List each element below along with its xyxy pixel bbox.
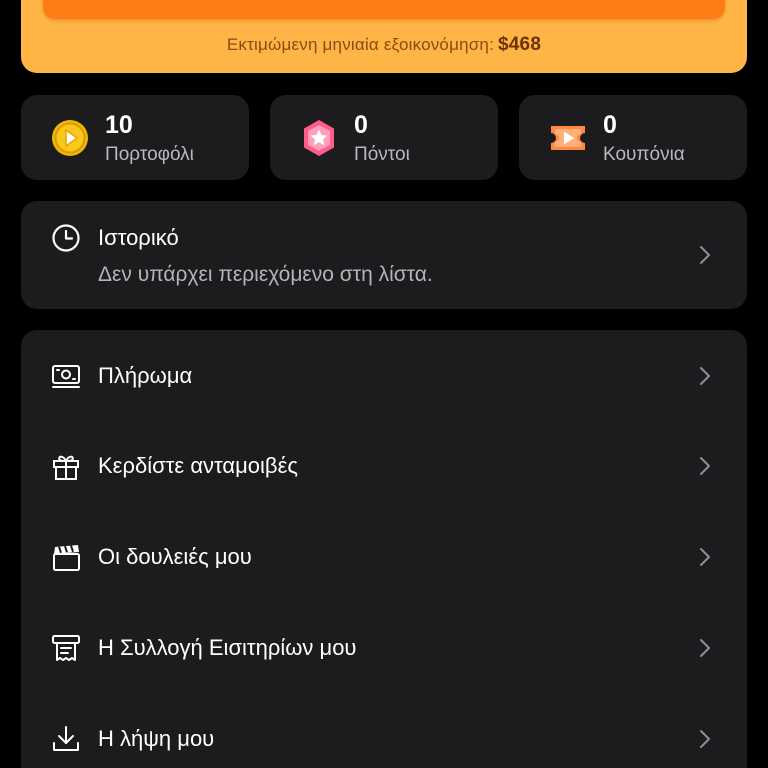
ticket-play-icon bbox=[548, 118, 588, 158]
menu-item-my-works[interactable]: Οι δουλειές μου bbox=[21, 511, 747, 601]
download-icon bbox=[50, 723, 82, 755]
clock-icon bbox=[51, 223, 81, 253]
wallet-card[interactable]: 10 Πορτοφόλι bbox=[21, 95, 249, 180]
menu-item-label: Πλήρωμα bbox=[98, 363, 193, 388]
menu-item-rewards[interactable]: Κερδίστε ανταμοιβές bbox=[21, 420, 747, 510]
chevron-right-icon bbox=[697, 243, 713, 267]
savings-amount: $468 bbox=[498, 34, 542, 55]
points-label: Πόντοι bbox=[354, 144, 410, 165]
cash-icon bbox=[50, 360, 82, 392]
menu-list: Πλήρωμα Κερδίστε ανταμοιβές Οι δουλειές … bbox=[21, 330, 747, 768]
gift-icon bbox=[50, 450, 82, 482]
coupons-label: Κουπόνια bbox=[603, 144, 685, 165]
savings-text: Εκτιμώμενη μηνιαία εξοικονόμηση: $468 bbox=[21, 34, 747, 56]
chevron-right-icon bbox=[697, 545, 713, 569]
wallet-label: Πορτοφόλι bbox=[105, 144, 194, 165]
menu-item-crew[interactable]: Πλήρωμα bbox=[21, 330, 747, 420]
wallet-value: 10 bbox=[105, 111, 133, 139]
menu-item-label: Η Συλλογή Εισιτηρίων μου bbox=[98, 635, 357, 660]
menu-item-label: Οι δουλειές μου bbox=[98, 544, 252, 569]
history-card[interactable]: Ιστορικό Δεν υπάρχει περιεχόμενο στη λίσ… bbox=[21, 201, 747, 309]
chevron-right-icon bbox=[697, 636, 713, 660]
promo-card: Εκτιμώμενη μηνιαία εξοικονόμηση: $468 bbox=[21, 0, 747, 73]
star-badge-icon bbox=[299, 118, 339, 158]
coupons-value: 0 bbox=[603, 111, 617, 139]
history-subtitle: Δεν υπάρχει περιεχόμενο στη λίστα. bbox=[98, 263, 433, 286]
points-card[interactable]: 0 Πόντοι bbox=[270, 95, 498, 180]
menu-item-label: Η λήψη μου bbox=[98, 726, 215, 751]
history-title: Ιστορικό bbox=[98, 225, 179, 250]
profile-page: Εκτιμώμενη μηνιαία εξοικονόμηση: $468 10 … bbox=[0, 0, 768, 768]
points-value: 0 bbox=[354, 111, 368, 139]
promo-action-button[interactable] bbox=[43, 0, 725, 19]
chevron-right-icon bbox=[697, 364, 713, 388]
receipt-icon bbox=[50, 632, 82, 664]
clapperboard-icon bbox=[50, 541, 82, 573]
chevron-right-icon bbox=[697, 727, 713, 751]
savings-label: Εκτιμώμενη μηνιαία εξοικονόμηση: bbox=[226, 35, 495, 54]
menu-item-label: Κερδίστε ανταμοιβές bbox=[98, 453, 298, 478]
coin-icon bbox=[50, 118, 90, 158]
coupons-card[interactable]: 0 Κουπόνια bbox=[519, 95, 747, 180]
chevron-right-icon bbox=[697, 454, 713, 478]
menu-item-downloads[interactable]: Η λήψη μου bbox=[21, 693, 747, 768]
menu-item-ticket-collection[interactable]: Η Συλλογή Εισιτηρίων μου bbox=[21, 602, 747, 692]
